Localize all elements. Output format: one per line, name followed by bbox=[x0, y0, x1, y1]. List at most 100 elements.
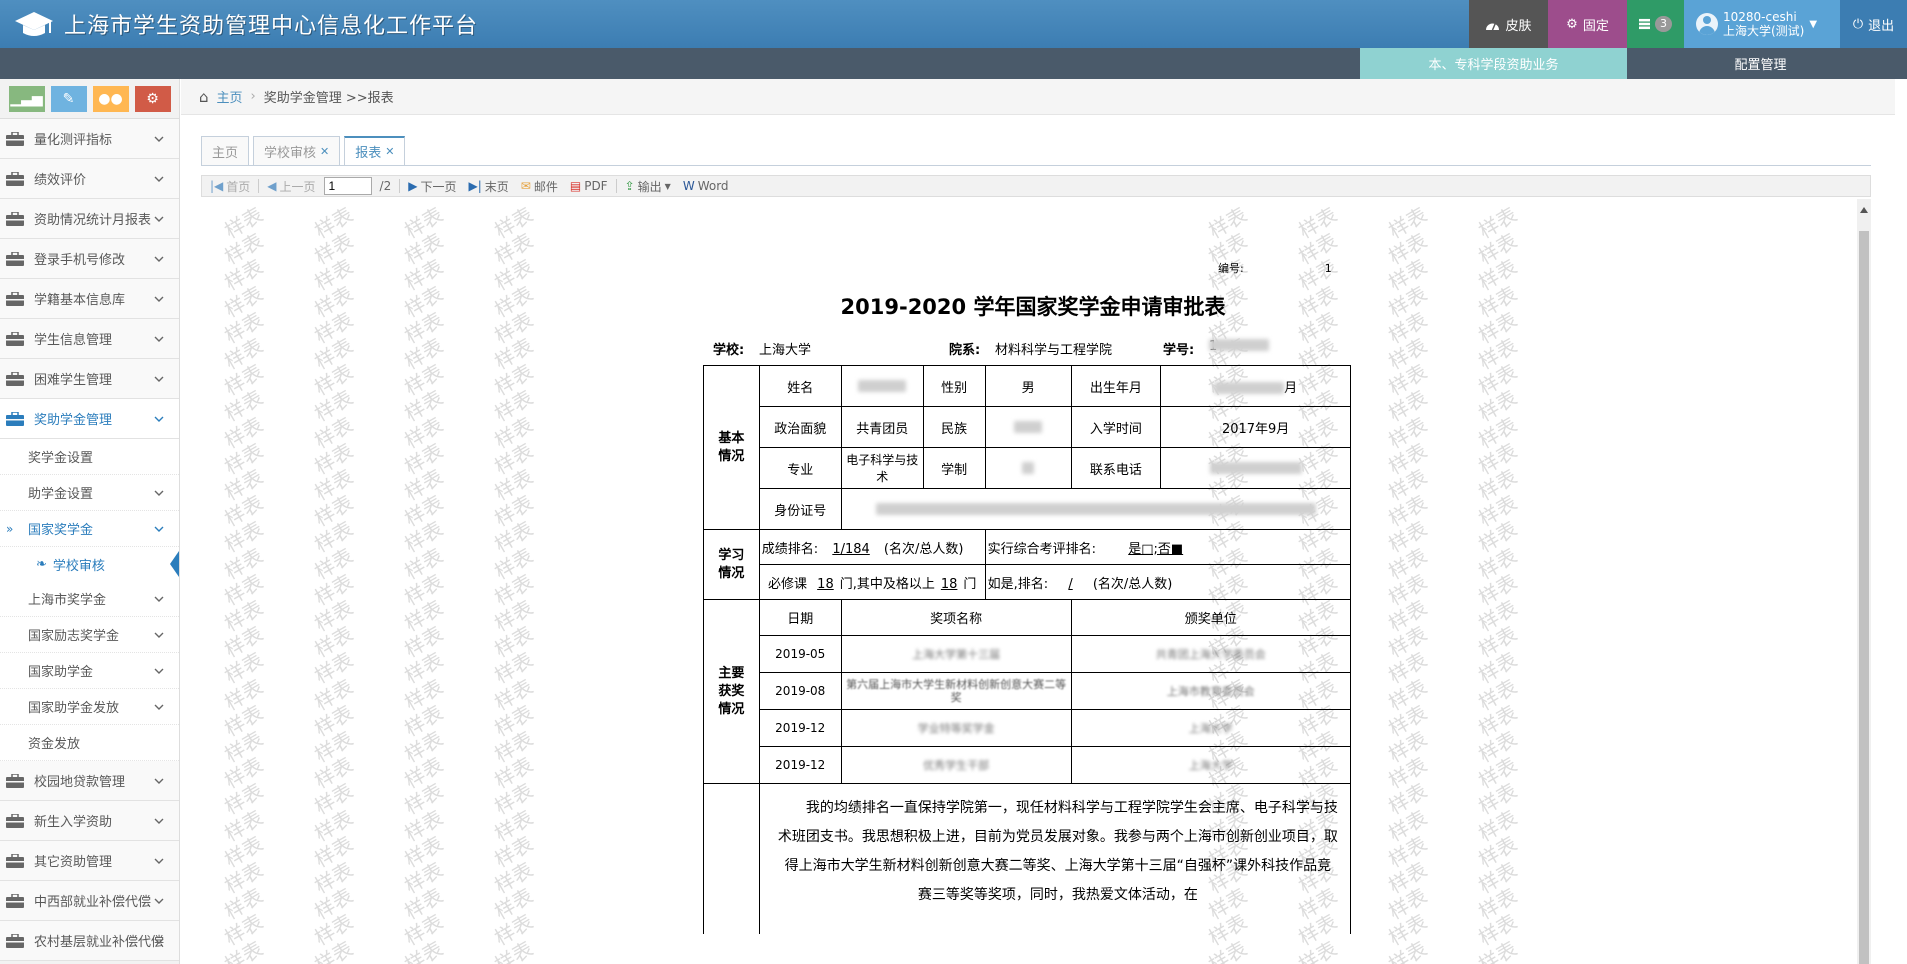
close-icon[interactable]: ✕ bbox=[320, 145, 329, 158]
sidebar-item-needy[interactable]: 困难学生管理 bbox=[0, 359, 179, 399]
home-icon: ⌂ bbox=[199, 87, 209, 106]
sidebar-item-student-info[interactable]: 学生信息管理 bbox=[0, 319, 179, 359]
sidebar-subitem-grant-setup[interactable]: 助学金设置 bbox=[0, 475, 179, 511]
sidebar-item-phone[interactable]: 登录手机号修改 bbox=[0, 239, 179, 279]
tab-report[interactable]: 报表 ✕ bbox=[344, 136, 406, 166]
sidebar-subitem-national-grant-payout[interactable]: 国家助学金发放 bbox=[0, 689, 179, 725]
student-no-label: 学号: bbox=[1163, 343, 1195, 358]
settings-shortcut-button[interactable]: ⚙ bbox=[134, 85, 171, 112]
prev-page-button[interactable]: ◀ 上一页 bbox=[263, 178, 319, 195]
sidebar-item-label: 其它资助管理 bbox=[34, 855, 113, 870]
courses-total: 18 bbox=[817, 576, 834, 592]
first-page-icon: |◀ bbox=[210, 179, 224, 193]
ethnic-value bbox=[984, 406, 1072, 448]
sidebar-subitem-label: 国家助学金发放 bbox=[28, 701, 120, 716]
chevron-down-icon bbox=[154, 596, 164, 602]
top-nav: 皮肤 ⚙ 固定 3 10280-ceshi 上海大学(测试) ▼ ⏻ 退出 bbox=[1469, 0, 1907, 48]
export-label: 输出 bbox=[637, 179, 662, 194]
toolbar-divider bbox=[615, 179, 617, 193]
eval-label: 实行综合考评排名: bbox=[987, 541, 1097, 557]
sidebar-subitem-national-scholarship[interactable]: » 国家奖学金 bbox=[0, 511, 179, 547]
sidebar-subitem-scholarship-setup[interactable]: 奖学金设置 bbox=[0, 439, 179, 475]
prev-page-label: 上一页 bbox=[279, 179, 316, 194]
sidebar-subitem-school-review[interactable]: ❧ 学校审核 bbox=[0, 547, 179, 581]
award-name: 学业特等奖学金 bbox=[840, 709, 1072, 747]
user-menu[interactable]: 10280-ceshi 上海大学(测试) ▼ bbox=[1684, 0, 1840, 48]
sidebar-subitem-label: 国家奖学金 bbox=[28, 523, 94, 538]
skin-button[interactable]: 皮肤 bbox=[1469, 0, 1548, 48]
redacted-student-no bbox=[1209, 339, 1269, 351]
module-undergrad[interactable]: 本、专科学段资助业务 bbox=[1360, 48, 1627, 79]
sidebar-item-awards[interactable]: 奖助学金管理 bbox=[0, 399, 179, 439]
stats-shortcut-button[interactable]: ▁▃▅ bbox=[8, 85, 45, 112]
sidebar-item-midwest[interactable]: 中西部就业补偿代偿 bbox=[0, 881, 179, 921]
page-number-input[interactable] bbox=[323, 177, 372, 195]
section-awards: 主要获奖情况 bbox=[703, 599, 760, 784]
edit-shortcut-button[interactable]: ✎ bbox=[50, 85, 87, 112]
next-page-icon: ▶ bbox=[408, 179, 418, 193]
sidebar-subitem-fund-payout[interactable]: 资金发放 bbox=[0, 725, 179, 761]
sidebar-item-roll[interactable]: 学籍基本信息库 bbox=[0, 279, 179, 319]
sidebar-item-label: 学生信息管理 bbox=[34, 333, 113, 348]
user-id: 10280-ceshi bbox=[1723, 10, 1797, 24]
tab-school-review-label: 学校审核 bbox=[264, 145, 317, 161]
rank-label: 成绩排名: bbox=[761, 541, 819, 557]
sidebar-subitem-national-grant[interactable]: 国家助学金 bbox=[0, 653, 179, 689]
chevron-down-icon bbox=[154, 704, 164, 710]
sidebar-subitem-national-encourage[interactable]: 国家励志奖学金 bbox=[0, 617, 179, 653]
sidebar-subitem-label: 助学金设置 bbox=[28, 487, 94, 502]
chevron-down-icon bbox=[154, 296, 164, 302]
breadcrumb-home-link[interactable]: 主页 bbox=[217, 87, 243, 106]
logout-button[interactable]: ⏻ 退出 bbox=[1840, 0, 1907, 48]
sidebar-item-loan[interactable]: 校园地贷款管理 bbox=[0, 761, 179, 801]
sidebar-item-freshman[interactable]: 新生入学资助 bbox=[0, 801, 179, 841]
award-org: 上海大学 bbox=[1070, 746, 1351, 784]
pin-button[interactable]: ⚙ 固定 bbox=[1548, 0, 1627, 48]
award-date: 2019-08 bbox=[758, 672, 842, 710]
module-bar: 本、专科学段资助业务 配置管理 bbox=[0, 48, 1907, 79]
module-config[interactable]: 配置管理 bbox=[1627, 48, 1894, 79]
chevron-down-icon bbox=[154, 490, 164, 496]
tab-home[interactable]: 主页 bbox=[201, 136, 250, 166]
user-info: 10280-ceshi 上海大学(测试) bbox=[1723, 10, 1804, 38]
sidebar-item-perf[interactable]: 绩效评价 bbox=[0, 159, 179, 199]
sidebar-item-label: 校园地贷款管理 bbox=[34, 775, 126, 790]
sidebar-item-other[interactable]: 其它资助管理 bbox=[0, 841, 179, 881]
first-page-button[interactable]: |◀ 首页 bbox=[206, 178, 254, 195]
tab-report-label: 报表 bbox=[355, 146, 382, 161]
sidebar-item-label: 中西部就业补偿代偿 bbox=[34, 895, 152, 910]
tab-school-review[interactable]: 学校审核 ✕ bbox=[253, 136, 341, 166]
next-page-button[interactable]: ▶ 下一页 bbox=[404, 178, 460, 195]
ifyes-label: 如是,排名: bbox=[987, 576, 1049, 592]
sidebar-item-quant[interactable]: 量化测评指标 bbox=[0, 119, 179, 159]
sidebar-item-rural[interactable]: 农村基层就业补偿代偿 bbox=[0, 921, 179, 961]
top-header: 上海市学生资助管理中心信息化工作平台 皮肤 ⚙ 固定 3 10280-ceshi… bbox=[0, 0, 1907, 48]
sidebar-subitem-label: 上海市奖学金 bbox=[28, 593, 107, 608]
sidebar-item-monthly[interactable]: 资助情况统计月报表 bbox=[0, 199, 179, 239]
toolbar-divider bbox=[258, 179, 260, 193]
application-form: 基本情况 姓名 性别 男 出生年月 月 政治面貌 共青团员 民族 入学时间 20… bbox=[703, 365, 1352, 934]
close-icon[interactable]: ✕ bbox=[385, 145, 394, 158]
gender-label: 性别 bbox=[922, 365, 986, 407]
viewer-scrollbar[interactable] bbox=[1857, 199, 1871, 964]
chevron-down-icon bbox=[154, 858, 164, 864]
redacted-id-number bbox=[875, 503, 1316, 515]
export-button[interactable]: ⇪ 输出 ▼ bbox=[621, 178, 675, 195]
tasks-button[interactable]: 3 bbox=[1627, 0, 1684, 48]
scroll-up-icon[interactable] bbox=[1860, 207, 1868, 213]
last-page-button[interactable]: ▶| 末页 bbox=[464, 178, 512, 195]
section-study: 学习情况 bbox=[703, 529, 760, 600]
ethnic-label: 民族 bbox=[922, 406, 986, 448]
briefcase-icon bbox=[6, 813, 24, 828]
sidebar-subitem-shanghai-scholarship[interactable]: 上海市奖学金 bbox=[0, 581, 179, 617]
report-viewer[interactable]: 样表 样表 样表 样表 样表 样表 样表 样表 样表 样表 样表 样表 样表 样表 样表 样表 样表 样表 样表 样表… bbox=[201, 199, 1871, 964]
chevron-down-icon bbox=[154, 376, 164, 382]
scrollbar-thumb[interactable] bbox=[1859, 231, 1869, 964]
pdf-button[interactable]: ▤ PDF bbox=[566, 179, 612, 193]
word-button[interactable]: W Word bbox=[679, 179, 733, 193]
breadcrumb: ⌂ 主页 › 奖助学金管理 >>报表 bbox=[181, 79, 1895, 115]
redacted-name bbox=[858, 380, 907, 392]
mail-button[interactable]: ✉ 邮件 bbox=[517, 178, 562, 195]
signal-icon: ▁▃▅ bbox=[10, 90, 43, 107]
users-shortcut-button[interactable]: ●● bbox=[92, 85, 129, 112]
